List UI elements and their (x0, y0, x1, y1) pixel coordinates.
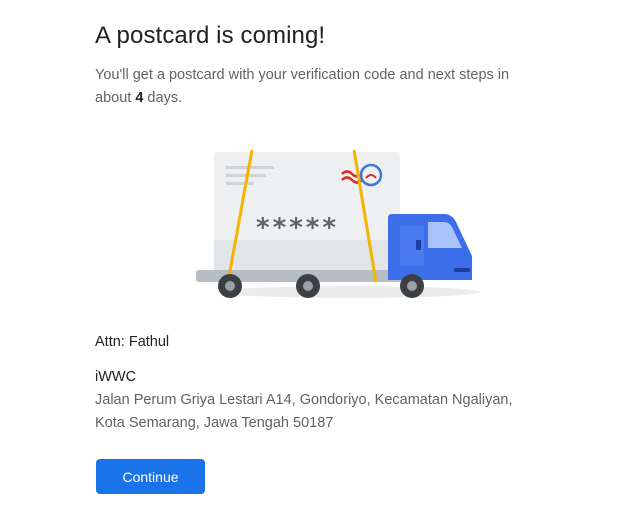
ground-shadow (220, 286, 480, 298)
postcard-line (226, 182, 254, 185)
wheel-hub (303, 281, 313, 291)
postcard-verification-page: A postcard is coming! You'll get a postc… (0, 0, 631, 527)
business-name: iWWC (95, 369, 137, 385)
subtitle-text-end: days. (143, 90, 183, 106)
masked-code: ***** (256, 213, 339, 243)
business-address: Jalan Perum Griya Lestari A14, Gondoriyo… (95, 392, 513, 431)
wheel-hub (225, 281, 235, 291)
continue-button[interactable]: Continue (96, 459, 205, 494)
page-title: A postcard is coming! (95, 22, 326, 49)
postcard-truck-illustration: ***** (196, 149, 480, 298)
page-subtitle: You'll get a postcard with your verifica… (95, 64, 525, 110)
attention-line: Attn: Fathul (95, 334, 170, 350)
truck-handle (416, 240, 421, 250)
wheel-hub (407, 281, 417, 291)
truck-headlight (454, 268, 470, 272)
